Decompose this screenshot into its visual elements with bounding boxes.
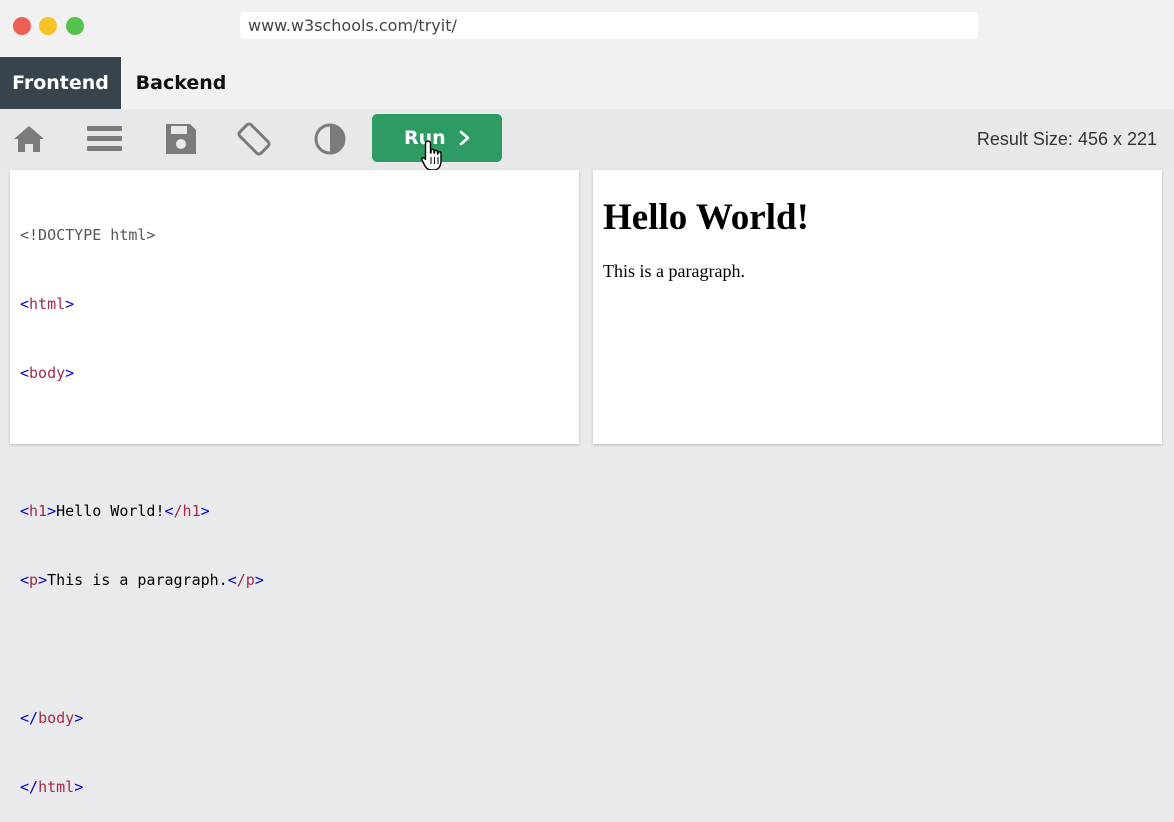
code-bracket: >	[65, 364, 75, 382]
code-tag: html	[29, 295, 66, 313]
code-line: <!DOCTYPE html>	[20, 224, 569, 247]
code-bracket: >	[65, 295, 75, 313]
code-text: This is a paragraph.	[47, 571, 228, 589]
code-line: <h1>Hello World!</h1>	[20, 500, 569, 523]
maximize-window-button[interactable]	[66, 17, 84, 35]
code-line: <p>This is a paragraph.</p>	[20, 569, 569, 592]
code-bracket: >	[200, 502, 210, 520]
language-tabs: Frontend Backend	[0, 57, 1174, 109]
rotate-icon[interactable]	[236, 121, 272, 157]
menu-icon[interactable]	[86, 121, 122, 157]
code-bracket: >	[47, 502, 57, 520]
code-line: <html>	[20, 293, 569, 316]
code-editor[interactable]: <!DOCTYPE html> <html> <body> <h1>Hello …	[10, 170, 579, 796]
doctype-text: <!DOCTYPE html>	[20, 226, 156, 244]
toolbar: Run Result Size: 456 x 221	[0, 109, 1174, 169]
browser-bar: www.w3schools.com/tryit/	[0, 0, 1174, 57]
code-bracket: >	[254, 571, 264, 589]
code-bracket: <	[227, 571, 237, 589]
code-tag: p	[29, 571, 39, 589]
code-bracket: <	[20, 571, 30, 589]
code-bracket: >	[74, 709, 84, 727]
result-heading: Hello World!	[603, 197, 809, 238]
contrast-icon[interactable]	[312, 121, 348, 157]
hand-cursor-icon	[421, 140, 442, 171]
code-tag: h1	[29, 502, 48, 520]
chevron-right-icon	[459, 130, 470, 146]
code-bracket: <	[20, 295, 30, 313]
tab-frontend[interactable]: Frontend	[0, 57, 121, 109]
tab-backend[interactable]: Backend	[121, 57, 241, 109]
save-icon[interactable]	[163, 121, 199, 157]
code-bracket: </	[20, 778, 39, 796]
code-line: </html>	[20, 776, 569, 799]
result-paragraph: This is a paragraph.	[603, 261, 745, 281]
code-tag: body	[38, 709, 75, 727]
home-icon[interactable]	[11, 121, 47, 157]
result-size-label: Result Size: 456 x 221	[976, 129, 1157, 149]
code-bracket: <	[20, 364, 30, 382]
code-bracket: <	[164, 502, 174, 520]
minimize-window-button[interactable]	[39, 17, 57, 35]
result-panel: Hello World! This is a paragraph.	[593, 170, 1162, 444]
code-tag: body	[29, 364, 66, 382]
code-bracket: <	[20, 502, 30, 520]
code-bracket: >	[74, 778, 84, 796]
code-bracket: >	[38, 571, 48, 589]
code-tag: html	[38, 778, 75, 796]
code-text: Hello World!	[56, 502, 165, 520]
code-line: <body>	[20, 362, 569, 385]
code-bracket: </	[20, 709, 39, 727]
code-tag: /p	[236, 571, 255, 589]
code-tag: /h1	[173, 502, 201, 520]
code-line: </body>	[20, 707, 569, 730]
close-window-button[interactable]	[13, 17, 31, 35]
url-bar[interactable]: www.w3schools.com/tryit/	[240, 12, 978, 39]
